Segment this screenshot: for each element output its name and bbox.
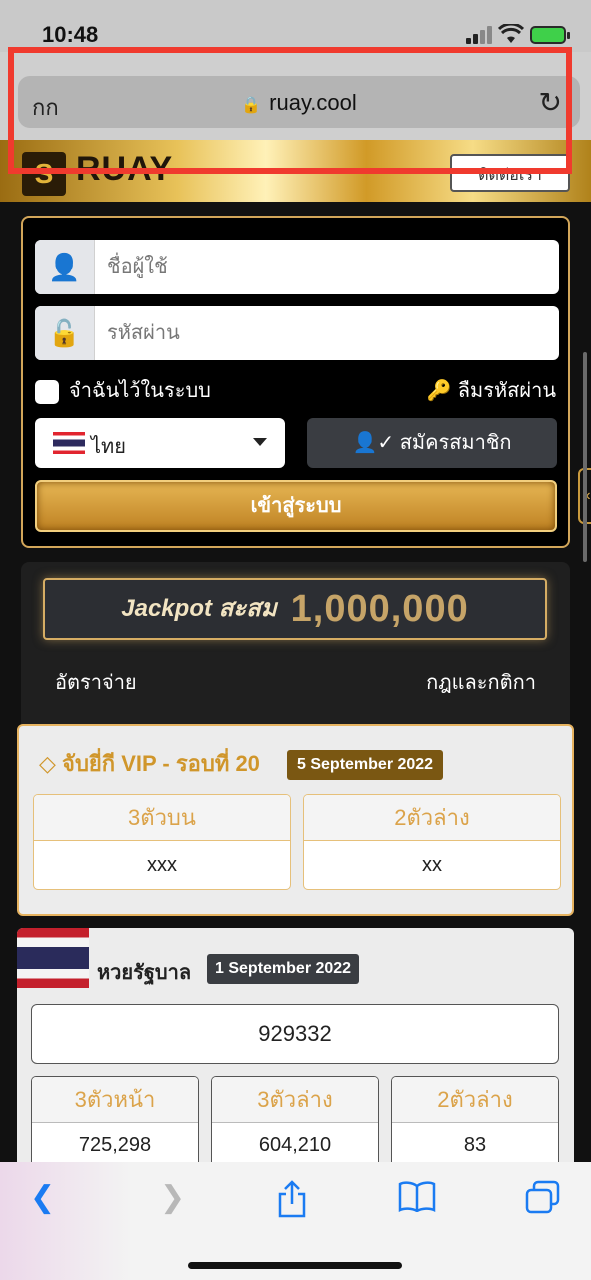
first-prize: 929332: [31, 1004, 559, 1064]
result-label: 3ตัวหน้า: [32, 1077, 198, 1123]
battery-icon: [530, 26, 570, 44]
main-content: 👤 🔓 จำฉันไว้ในระบบ 🔑ลืมรหัสผ่าน ไทย 👤✓ ส…: [0, 202, 591, 1162]
gov-result-3front: 3ตัวหน้า 725,298: [31, 1076, 199, 1162]
language-value: ไทย: [91, 436, 126, 458]
password-input[interactable]: [107, 306, 547, 360]
forgot-password-label: ลืมรหัสผ่าน: [457, 380, 556, 402]
contact-button[interactable]: ติดต่อเรา: [450, 154, 570, 192]
diamond-icon: ◇: [39, 751, 56, 776]
jackpot-value: 1,000,000: [290, 588, 469, 630]
result-label: 2ตัวล่าง: [304, 795, 560, 841]
login-form: 👤 🔓 จำฉันไว้ในระบบ 🔑ลืมรหัสผ่าน ไทย 👤✓ ส…: [21, 216, 570, 548]
site-header: S RUAY ติดต่อเรา: [0, 140, 591, 202]
unlock-icon: 🔓: [35, 306, 95, 360]
jackpot-section: Jackpot สะสม 1,000,000 อัตราจ่าย กฎและกติ…: [21, 562, 570, 732]
cellular-signal-icon: [466, 26, 492, 44]
register-label: สมัครสมาชิก: [399, 432, 512, 454]
site-logo[interactable]: S: [22, 152, 66, 196]
result-label: 2ตัวล่าง: [392, 1077, 558, 1123]
user-icon: 👤: [35, 240, 95, 294]
site-brand: RUAY: [76, 150, 174, 188]
government-lottery-card[interactable]: หวยรัฐบาล 1 September 2022 929332 3ตัวหน…: [17, 928, 574, 1162]
scrollbar[interactable]: [583, 352, 587, 562]
thai-flag-icon: [17, 928, 89, 988]
vip-lottery-date: 5 September 2022: [287, 750, 444, 780]
tabs-icon[interactable]: [524, 1180, 560, 1214]
vip-result-2bottom: 2ตัวล่าง xx: [303, 794, 561, 890]
user-check-icon: 👤✓: [352, 432, 395, 454]
gov-result-2bottom: 2ตัวล่าง 83: [391, 1076, 559, 1162]
result-value: 604,210: [258, 1134, 332, 1156]
bookmarks-icon[interactable]: [398, 1180, 436, 1212]
url-text[interactable]: ruay.cool: [269, 90, 357, 115]
result-value: 725,298: [78, 1134, 152, 1156]
caret-down-icon: [253, 438, 267, 446]
vip-lottery-card[interactable]: ◇ จับยี่กี VIP - รอบที่ 20 5 September 2…: [17, 724, 574, 916]
status-time: 10:48: [42, 22, 99, 47]
vip-lottery-title: ◇ จับยี่กี VIP - รอบที่ 20: [39, 751, 260, 776]
government-lottery-title: หวยรัฐบาล: [97, 962, 192, 984]
remember-label: จำฉันไว้ในระบบ: [69, 380, 211, 402]
address-bar[interactable]: กก 🔒 ruay.cool ↻: [18, 76, 580, 128]
username-field[interactable]: 👤: [35, 240, 559, 294]
username-input[interactable]: [107, 240, 547, 294]
gov-result-3bottom: 3ตัวล่าง 604,210: [211, 1076, 379, 1162]
remember-checkbox[interactable]: [35, 379, 59, 404]
status-bar: 10:48: [0, 0, 591, 52]
government-lottery-date: 1 September 2022: [207, 954, 360, 984]
result-label: 3ตัวล่าง: [212, 1077, 378, 1123]
forgot-password-link[interactable]: 🔑 ลืมรหัสผ่าน: [427, 374, 556, 406]
reload-icon[interactable]: ↻: [539, 86, 562, 119]
lock-icon: 🔒: [241, 97, 262, 114]
result-value: xx: [422, 854, 442, 876]
back-icon[interactable]: ❮: [30, 1180, 55, 1215]
login-button[interactable]: เข้าสู่ระบบ: [35, 480, 557, 532]
result-value: xxx: [147, 854, 177, 876]
forward-icon[interactable]: ❯: [160, 1180, 185, 1215]
share-icon[interactable]: [276, 1180, 308, 1218]
vip-result-3top: 3ตัวบน xxx: [33, 794, 291, 890]
thai-flag-icon: [53, 432, 85, 454]
language-select[interactable]: ไทย: [35, 418, 285, 468]
payout-rates-link[interactable]: อัตราจ่าย: [55, 666, 137, 698]
register-button[interactable]: 👤✓ สมัครสมาชิก: [307, 418, 557, 468]
rules-link[interactable]: กฎและกติกา: [426, 666, 536, 698]
home-indicator[interactable]: [188, 1262, 402, 1269]
jackpot-label: Jackpot สะสม: [121, 595, 277, 622]
result-value: 83: [463, 1134, 487, 1156]
password-field[interactable]: 🔓: [35, 306, 559, 360]
jackpot-banner: Jackpot สะสม 1,000,000: [43, 578, 547, 640]
remember-me[interactable]: จำฉันไว้ในระบบ: [35, 374, 211, 406]
key-icon: 🔑: [426, 380, 452, 402]
result-label: 3ตัวบน: [34, 795, 290, 841]
wifi-icon: [498, 24, 524, 43]
